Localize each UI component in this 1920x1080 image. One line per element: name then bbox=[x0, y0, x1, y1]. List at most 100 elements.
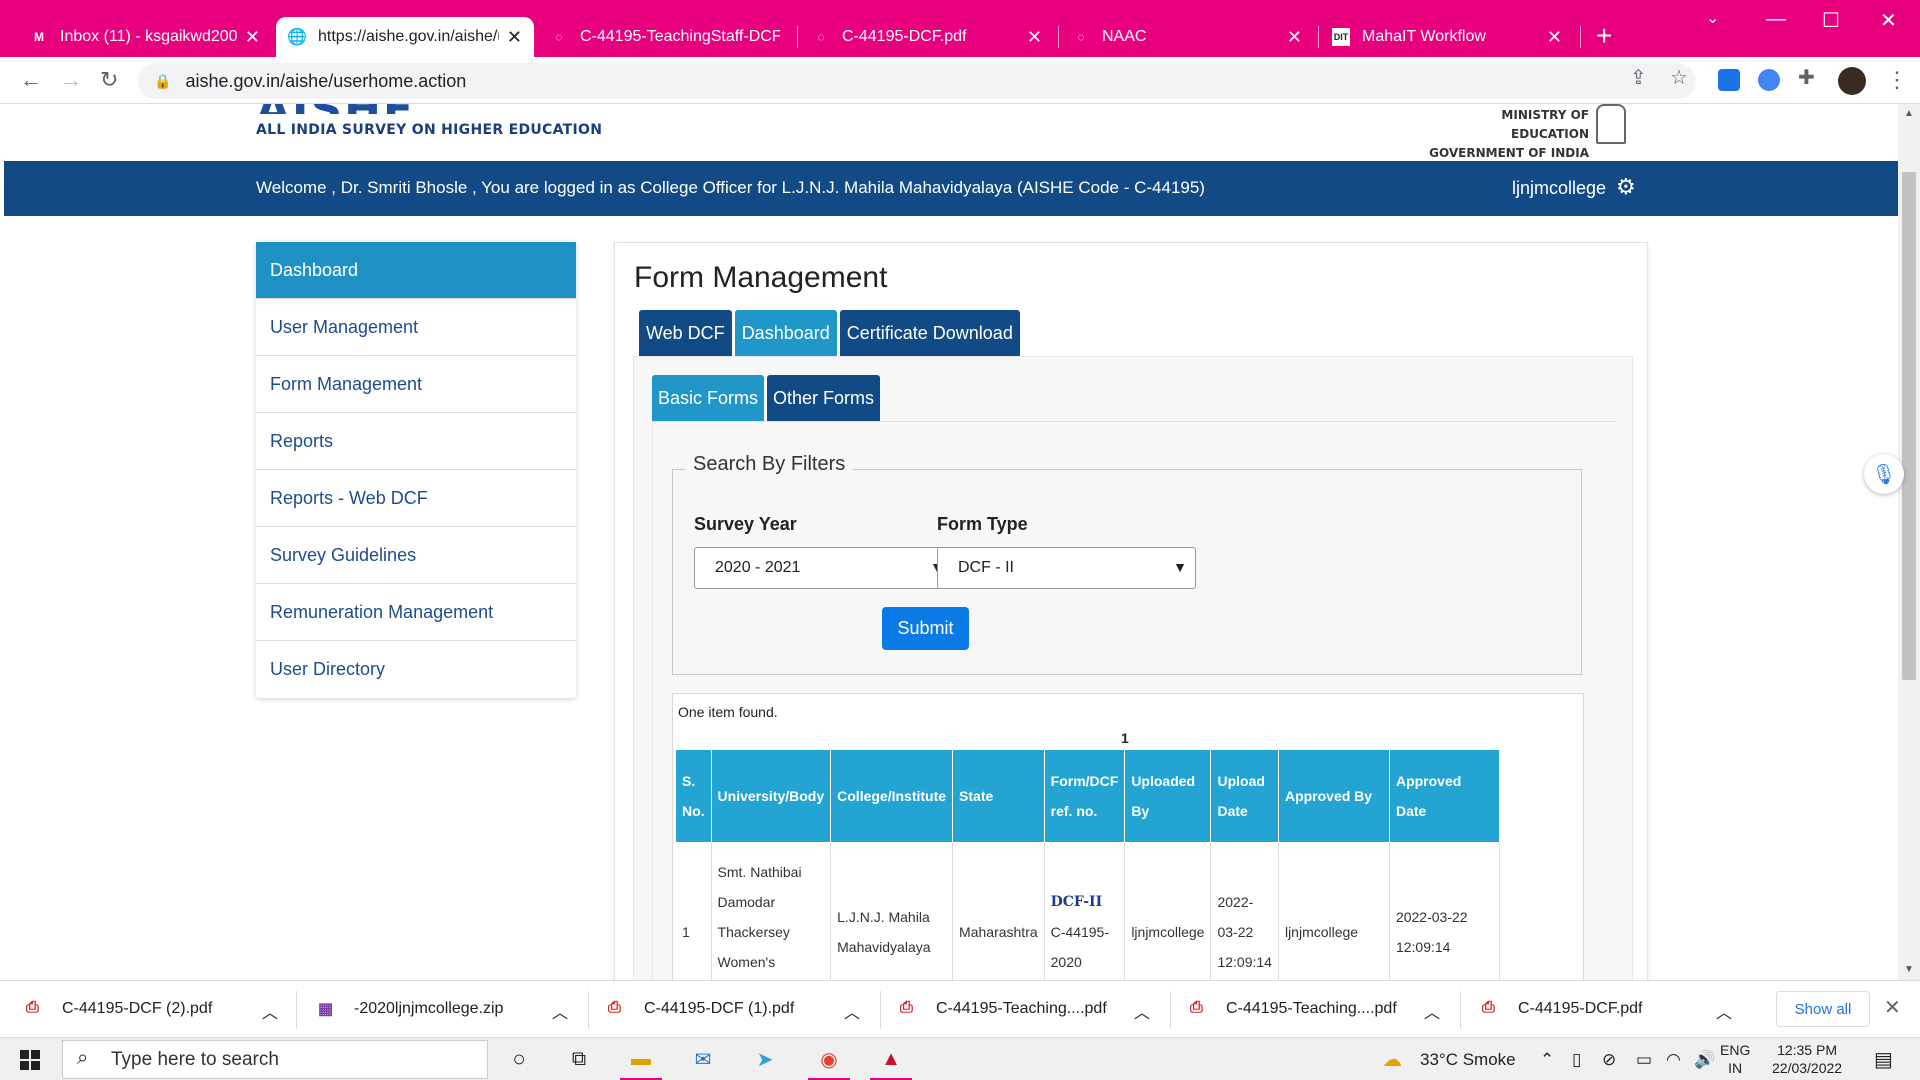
chrome-icon[interactable]: ◉ bbox=[814, 1044, 844, 1074]
download-item[interactable]: ▦ -2020ljnjmcollege.zip bbox=[318, 999, 503, 1019]
volume-icon[interactable]: 🔊 bbox=[1694, 1050, 1715, 1070]
extension-google-icon[interactable] bbox=[1758, 69, 1780, 91]
tab-basic-forms[interactable]: Basic Forms bbox=[652, 375, 765, 421]
chevron-up-icon[interactable]: ︿ bbox=[1134, 999, 1150, 1023]
close-icon[interactable]: ✕ bbox=[1884, 995, 1901, 1020]
maximize-icon[interactable]: ☐ bbox=[1822, 8, 1840, 33]
network-alert-icon[interactable]: ⊘ bbox=[1602, 1050, 1616, 1070]
system-clock[interactable]: 12:35 PM 22/03/2022 bbox=[1772, 1041, 1842, 1077]
taskbar-search-box[interactable]: ⌕ Type here to search bbox=[62, 1040, 488, 1079]
tab-certificate-download[interactable]: Certificate Download bbox=[839, 310, 1020, 356]
tab-other-forms[interactable]: Other Forms bbox=[767, 375, 881, 421]
sidebar-item-remuneration-management[interactable]: Remuneration Management bbox=[256, 584, 576, 641]
chevron-up-icon[interactable]: ︿ bbox=[552, 999, 568, 1023]
browser-tab-aishe[interactable]: 🌐 https://aishe.gov.in/aishe/u ✕ bbox=[276, 17, 534, 57]
browser-tab-dcf-pdf[interactable]: ◌ C-44195-DCF.pdf ✕ bbox=[800, 17, 1054, 57]
scroll-thumb[interactable] bbox=[1902, 172, 1916, 680]
column-header-sno[interactable]: S. No. bbox=[676, 750, 712, 842]
tray-chevron-icon[interactable]: ⌃ bbox=[1540, 1050, 1554, 1070]
scroll-up-icon[interactable]: ▲ bbox=[1904, 108, 1914, 119]
new-tab-button[interactable]: + bbox=[1596, 20, 1612, 52]
browser-tab-teachingstaff[interactable]: ◌ C-44195-TeachingStaff-DCF bbox=[538, 17, 792, 57]
survey-year-select[interactable]: 2020 - 2021 ▼ bbox=[694, 547, 953, 589]
username-label[interactable]: ljnjmcollege bbox=[1512, 178, 1606, 199]
column-header-upload-date[interactable]: Upload Date bbox=[1210, 750, 1279, 842]
minimize-icon[interactable]: — bbox=[1766, 8, 1786, 31]
weather-label[interactable]: 33°C Smoke bbox=[1420, 1050, 1516, 1070]
window-close-icon[interactable]: ✕ bbox=[1880, 8, 1897, 33]
download-item[interactable]: ⎙ C-44195-Teaching....pdf bbox=[900, 999, 1107, 1019]
chevron-up-icon[interactable]: ︿ bbox=[844, 999, 860, 1023]
mail-icon[interactable]: ✉ bbox=[688, 1044, 718, 1074]
chevron-down-icon: ▼ bbox=[1173, 559, 1187, 575]
submit-button[interactable]: Submit bbox=[882, 607, 969, 650]
gear-icon[interactable]: ⚙ bbox=[1616, 174, 1636, 200]
aishe-logo[interactable]: AISHE bbox=[256, 104, 415, 114]
column-header-state[interactable]: State bbox=[952, 750, 1045, 842]
form-type-select[interactable]: DCF - II ▼ bbox=[937, 547, 1196, 589]
column-header-approved-by[interactable]: Approved By bbox=[1278, 750, 1390, 842]
shelf-separator bbox=[588, 991, 589, 1029]
sidebar-item-user-management[interactable]: User Management bbox=[256, 299, 576, 356]
reload-icon[interactable]: ↻ bbox=[100, 67, 118, 93]
download-item[interactable]: ⎙ C-44195-DCF (2).pdf bbox=[26, 999, 212, 1019]
tab-web-dcf[interactable]: Web DCF bbox=[639, 310, 732, 356]
cell-university: Smt. Nathibai Damodar Thackersey Women's… bbox=[711, 842, 832, 980]
extension-drive-icon[interactable] bbox=[1718, 69, 1740, 91]
sidebar-item-survey-guidelines[interactable]: Survey Guidelines bbox=[256, 527, 576, 584]
sidebar-item-form-management[interactable]: Form Management bbox=[256, 356, 576, 413]
column-header-approved-date[interactable]: Approved Date bbox=[1389, 750, 1500, 842]
cortana-icon[interactable]: ○ bbox=[504, 1044, 534, 1074]
battery-icon[interactable]: ▭ bbox=[1636, 1050, 1652, 1070]
download-item[interactable]: ⎙ C-44195-DCF.pdf bbox=[1482, 999, 1643, 1019]
language-indicator[interactable]: ENG IN bbox=[1720, 1041, 1750, 1077]
device-icon[interactable]: ▯ bbox=[1572, 1050, 1581, 1070]
dcf-tag-link[interactable]: DCF-II bbox=[1051, 894, 1103, 910]
windows-start-icon[interactable] bbox=[20, 1050, 40, 1070]
share-icon[interactable]: ⇪ bbox=[1630, 65, 1647, 90]
chevron-up-icon[interactable]: ︿ bbox=[1716, 999, 1732, 1023]
sidebar-item-reports-web-dcf[interactable]: Reports - Web DCF bbox=[256, 470, 576, 527]
tab-dashboard[interactable]: Dashboard bbox=[734, 310, 837, 356]
file-explorer-icon[interactable]: ▬ bbox=[626, 1044, 656, 1074]
browser-tab-inbox[interactable]: M Inbox (11) - ksgaikwd2006 ✕ bbox=[18, 17, 272, 57]
download-item[interactable]: ⎙ C-44195-Teaching....pdf bbox=[1190, 999, 1397, 1019]
sidebar-item-user-directory[interactable]: User Directory bbox=[256, 641, 576, 698]
column-header-ref-no[interactable]: Form/DCF ref. no. bbox=[1044, 750, 1126, 842]
pagination-page[interactable]: 1 bbox=[1121, 730, 1129, 746]
sidebar-item-dashboard[interactable]: Dashboard bbox=[256, 242, 576, 299]
task-view-icon[interactable]: ⧉ bbox=[564, 1044, 594, 1074]
close-icon[interactable]: ✕ bbox=[245, 27, 260, 48]
bookmark-star-icon[interactable]: ☆ bbox=[1670, 65, 1688, 90]
tab-search-chevron-icon[interactable]: ⌄ bbox=[1706, 8, 1719, 28]
address-bar[interactable]: 🔒 aishe.gov.in/aishe/userhome.action bbox=[138, 63, 1696, 99]
close-icon[interactable]: ✕ bbox=[507, 27, 522, 48]
sidebar-item-reports[interactable]: Reports bbox=[256, 413, 576, 470]
close-icon[interactable]: ✕ bbox=[1027, 27, 1042, 48]
scroll-down-icon[interactable]: ▼ bbox=[1904, 964, 1914, 975]
page-scrollbar[interactable]: ▲ ▼ bbox=[1898, 104, 1920, 980]
column-header-college[interactable]: College/Institute bbox=[830, 750, 954, 842]
menu-kebab-icon[interactable]: ⋮ bbox=[1886, 67, 1908, 93]
back-arrow-icon[interactable]: ← bbox=[20, 67, 42, 93]
microphone-icon[interactable]: 🎙 bbox=[1864, 454, 1904, 494]
forward-arrow-icon[interactable]: → bbox=[60, 67, 82, 93]
close-icon[interactable]: ✕ bbox=[1547, 27, 1562, 48]
browser-tab-mahait[interactable]: DIT MahaIT Workflow ✕ bbox=[1320, 17, 1574, 57]
close-icon[interactable]: ✕ bbox=[1287, 27, 1302, 48]
wifi-icon[interactable]: ◠ bbox=[1666, 1050, 1681, 1070]
chevron-up-icon[interactable]: ︿ bbox=[1424, 999, 1440, 1023]
column-header-university[interactable]: University/Body bbox=[711, 750, 832, 842]
column-header-uploaded-by[interactable]: Uploaded By bbox=[1124, 750, 1212, 842]
puzzle-icon[interactable]: ✚ bbox=[1798, 65, 1815, 90]
show-all-button[interactable]: Show all bbox=[1776, 991, 1870, 1027]
notification-icon[interactable]: ▤ bbox=[1874, 1047, 1893, 1072]
telegram-icon[interactable]: ➤ bbox=[750, 1044, 780, 1074]
download-item[interactable]: ⎙ C-44195-DCF (1).pdf bbox=[608, 999, 794, 1019]
chevron-up-icon[interactable]: ︿ bbox=[262, 999, 278, 1023]
browser-tab-naac[interactable]: ◌ NAAC ✕ bbox=[1060, 17, 1314, 57]
acrobat-icon[interactable]: ▲ bbox=[876, 1044, 906, 1074]
profile-avatar[interactable] bbox=[1838, 67, 1866, 95]
tab-title: C-44195-DCF.pdf bbox=[842, 28, 967, 45]
pdf-file-icon: ⎙ bbox=[1482, 999, 1495, 1016]
